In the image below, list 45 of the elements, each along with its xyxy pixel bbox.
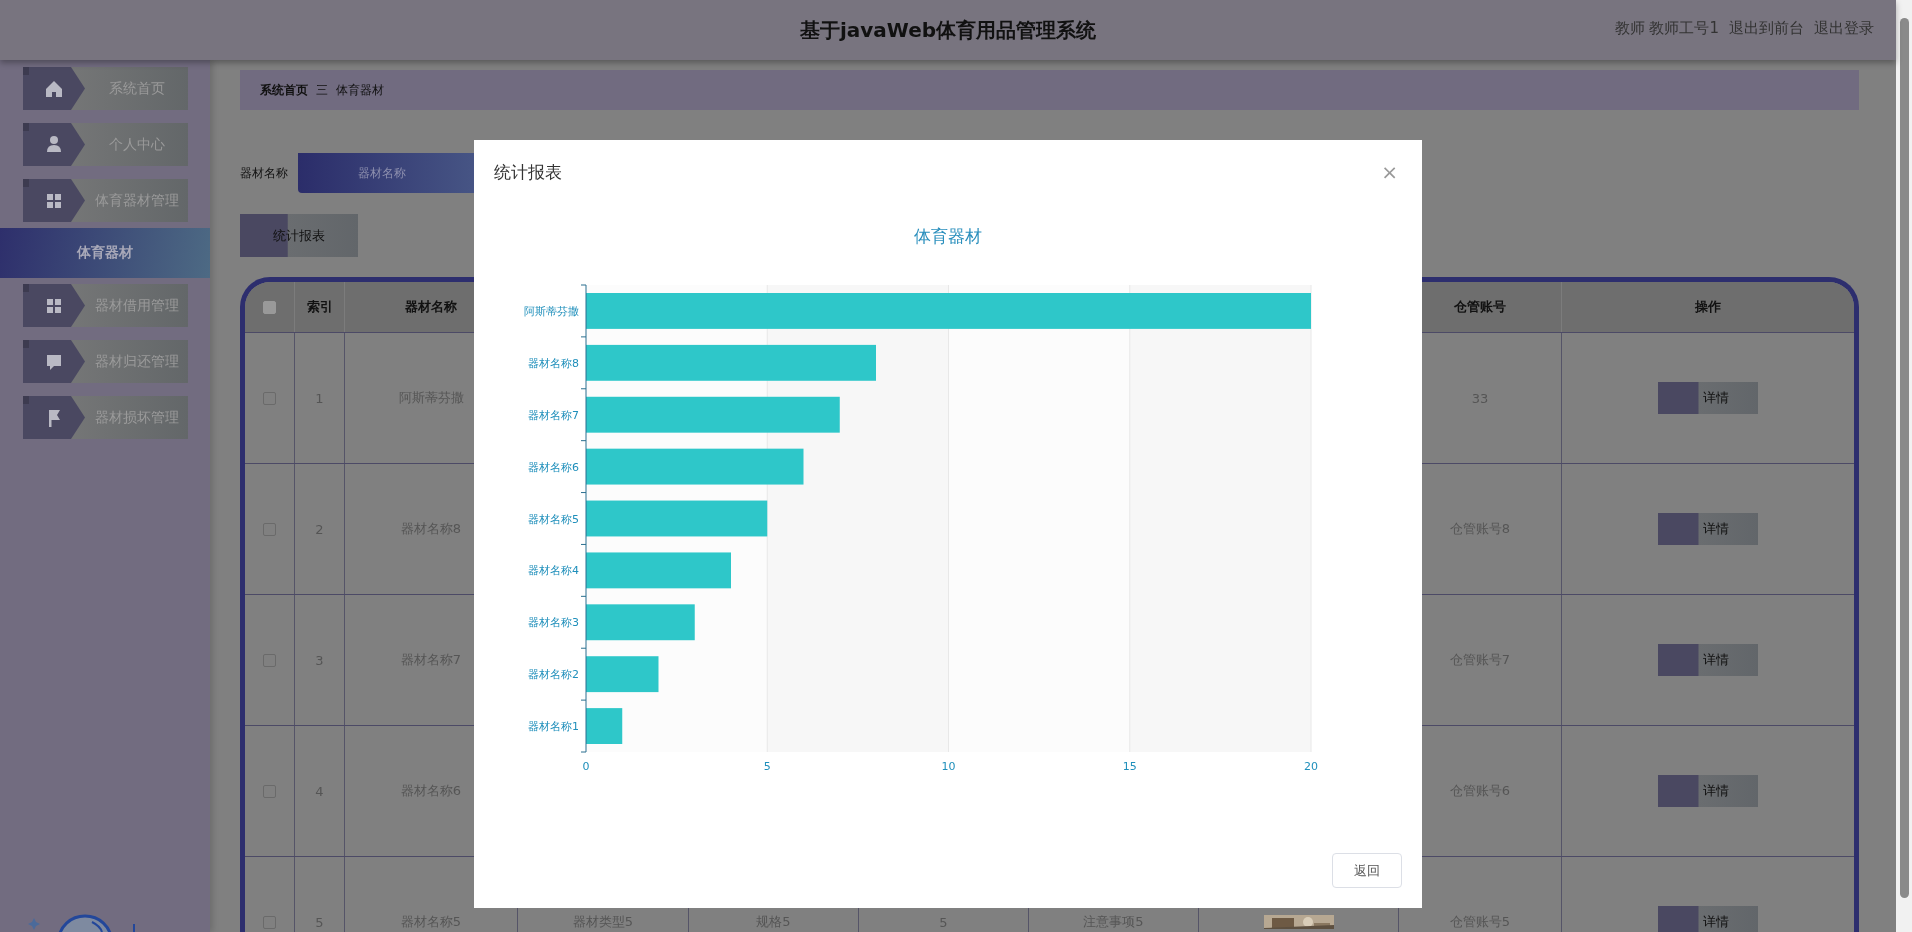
details-button[interactable]: 详情 — [1658, 382, 1758, 414]
grid-icon — [23, 179, 85, 222]
app-title: 基于javaWeb体育用品管理系统 — [799, 16, 1097, 44]
axis-label: 器材名称4 — [528, 564, 579, 578]
grid-icon — [23, 284, 85, 327]
column-header[interactable]: 索引 — [306, 298, 333, 316]
user-icon — [23, 123, 85, 166]
tick-label: 10 — [941, 760, 956, 773]
column-header[interactable]: 器材名称 — [405, 298, 457, 316]
axis-label: 器材名称2 — [528, 668, 579, 682]
scrollbar[interactable] — [1896, 0, 1912, 932]
breadcrumb-separator: 三 — [316, 81, 328, 99]
header-link[interactable]: 退出登录 — [1814, 19, 1874, 38]
details-button[interactable]: 详情 — [1658, 513, 1758, 545]
axis-label: 器材名称7 — [528, 408, 579, 422]
home-icon — [23, 67, 85, 110]
checkbox[interactable] — [263, 300, 276, 314]
tick-label: 20 — [1304, 760, 1318, 773]
sidebar-item[interactable]: 体育器材 — [0, 228, 210, 278]
close-button[interactable]: × — [1377, 160, 1402, 184]
bar — [586, 708, 623, 744]
report-button[interactable]: 统计报表 — [240, 214, 358, 257]
axis-label: 器材名称8 — [528, 356, 579, 370]
axis-label: 器材名称1 — [528, 720, 579, 734]
column-header[interactable]: 操作 — [1695, 298, 1721, 316]
axis-label: 器材名称6 — [528, 460, 579, 474]
tick-label: 5 — [763, 760, 771, 773]
axis-label: 阿斯蒂芬撒 — [524, 304, 579, 318]
back-button[interactable]: 返回 — [1332, 853, 1402, 888]
details-button[interactable]: 详情 — [1658, 644, 1758, 676]
chat-icon — [23, 340, 85, 383]
breadcrumb-item[interactable]: 系统首页 — [260, 81, 308, 99]
chart-title: 体育器材 — [914, 226, 982, 246]
tick-label: 0 — [582, 760, 590, 773]
column-header[interactable]: 仓管账号 — [1454, 298, 1506, 316]
axis-label: 器材名称3 — [528, 616, 579, 630]
breadcrumb-item: 体育器材 — [336, 81, 384, 99]
details-button[interactable]: 详情 — [1658, 775, 1758, 807]
flag-icon — [23, 396, 85, 439]
field-label: 器材名称 — [240, 164, 288, 182]
tick-label: 15 — [1122, 760, 1137, 773]
header-link[interactable]: 退出到前台 — [1729, 19, 1804, 38]
axis-label: 器材名称5 — [528, 512, 579, 526]
user-label: 教师 教师工号1 — [1614, 19, 1719, 38]
details-button[interactable]: 详情 — [1658, 906, 1758, 932]
